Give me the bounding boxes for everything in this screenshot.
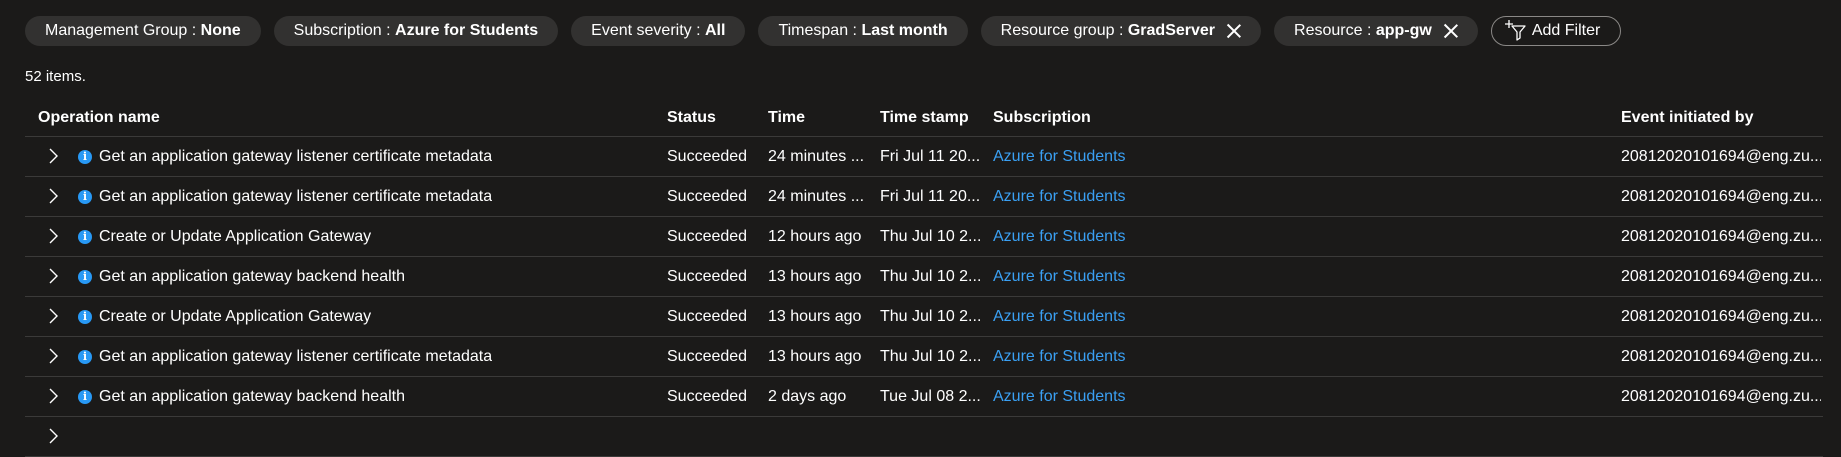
filter-value: None [200, 22, 241, 39]
item-count: 52 items. [25, 68, 86, 85]
chevron-right-icon[interactable] [45, 148, 61, 164]
filter-pill[interactable]: Timespan : Last month [758, 16, 968, 46]
timestamp-cell: Thu Jul 10 2... [880, 227, 980, 245]
grid-body: i Get an application gateway listener cer… [25, 137, 1823, 457]
chevron-right-icon[interactable] [45, 348, 61, 364]
info-icon: i [78, 390, 92, 404]
column-header-timestamp[interactable]: Time stamp [880, 109, 980, 127]
table-row[interactable]: i Get an application gateway listener cer… [25, 137, 1823, 177]
operation-name: Get an application gateway listener cert… [99, 187, 493, 205]
table-row[interactable]: i Get an application gateway listener cer… [25, 337, 1823, 377]
filter-label: Resource group : [1000, 22, 1128, 39]
operation-name: Get an application gateway backend healt… [99, 387, 405, 405]
subscription-link[interactable]: Azure for Students [993, 348, 1126, 366]
time-cell: 24 minutes ... [768, 187, 864, 205]
time-cell: 24 minutes ... [768, 147, 864, 165]
status-cell: Succeeded [667, 147, 748, 165]
operation-name: Get an application gateway listener cert… [99, 147, 493, 165]
status-cell: Succeeded [667, 187, 748, 205]
table-row[interactable]: i Create or Update Application Gateway Suc… [25, 297, 1823, 337]
table-row-partial[interactable] [25, 417, 1823, 457]
chevron-right-icon[interactable] [45, 188, 61, 204]
filter-value: app-gw [1375, 22, 1432, 39]
subscription-link[interactable]: Azure for Students [993, 308, 1126, 326]
filter-pill[interactable]: Event severity : All [571, 16, 746, 46]
close-icon[interactable] [1227, 24, 1241, 38]
subscription-link[interactable]: Azure for Students [993, 188, 1126, 206]
filter-value: All [704, 22, 726, 39]
info-icon: i [78, 190, 92, 204]
column-header-time[interactable]: Time [768, 109, 864, 127]
activity-log-grid: Operation name Status Time Time stamp Su… [25, 100, 1823, 457]
column-header-status[interactable]: Status [667, 109, 716, 127]
subscription-link[interactable]: Azure for Students [993, 388, 1126, 406]
status-cell: Succeeded [667, 347, 748, 365]
initiated-by-cell: 20812020101694@eng.zu... [1621, 387, 1821, 405]
subscription-link[interactable]: Azure for Students [993, 228, 1126, 246]
filter-label: Event severity : [591, 22, 705, 39]
info-icon: i [78, 230, 92, 244]
chevron-right-icon[interactable] [45, 228, 61, 244]
operation-name: Create or Update Application Gateway [99, 227, 372, 245]
chevron-right-icon[interactable] [45, 308, 61, 324]
operation-name: Get an application gateway listener cert… [99, 347, 493, 365]
timestamp-cell: Thu Jul 10 2... [880, 307, 980, 325]
timestamp-cell: Thu Jul 10 2... [880, 267, 980, 285]
initiated-by-cell: 20812020101694@eng.zu... [1621, 147, 1821, 165]
filter-label: Management Group : [45, 22, 201, 39]
filter-label: Timespan : [778, 22, 862, 39]
column-header-initiated-by[interactable]: Event initiated by [1621, 109, 1821, 127]
time-cell: 13 hours ago [768, 267, 862, 285]
operation-name: Create or Update Application Gateway [99, 307, 372, 325]
chevron-right-icon[interactable] [45, 388, 61, 404]
status-cell: Succeeded [667, 227, 748, 245]
time-cell: 2 days ago [768, 387, 847, 405]
filter-bar: Management Group : None Subscription : Az… [25, 16, 1634, 46]
column-header-subscription[interactable]: Subscription [993, 109, 1091, 127]
status-cell: Succeeded [667, 267, 748, 285]
close-icon[interactable] [1444, 24, 1458, 38]
filter-label: Subscription : [293, 22, 396, 39]
operation-name: Get an application gateway backend healt… [99, 267, 405, 285]
subscription-link[interactable]: Azure for Students [993, 148, 1126, 166]
filter-pill[interactable]: Resource : app-gw [1274, 16, 1478, 46]
table-row[interactable]: i Get an application gateway backend heal… [25, 377, 1823, 417]
initiated-by-cell: 20812020101694@eng.zu... [1621, 227, 1821, 245]
table-row[interactable]: i Get an application gateway listener cer… [25, 177, 1823, 217]
initiated-by-cell: 20812020101694@eng.zu... [1621, 267, 1821, 285]
filter-value: Last month [861, 22, 948, 39]
time-cell: 12 hours ago [768, 227, 862, 245]
status-cell: Succeeded [667, 307, 748, 325]
timestamp-cell: Tue Jul 08 2... [880, 387, 980, 405]
filter-pill[interactable]: Subscription : Azure for Students [273, 16, 559, 46]
info-icon: i [78, 270, 92, 284]
initiated-by-cell: 20812020101694@eng.zu... [1621, 347, 1821, 365]
grid-header: Operation name Status Time Time stamp Su… [25, 100, 1823, 137]
filter-pill[interactable]: Resource group : GradServer [980, 16, 1262, 46]
chevron-right-icon[interactable] [45, 268, 61, 284]
table-row[interactable]: i Get an application gateway backend heal… [25, 257, 1823, 297]
column-header-operation[interactable]: Operation name [38, 109, 160, 127]
chevron-right-icon[interactable] [45, 428, 61, 444]
add-filter-label: Add Filter [1531, 22, 1601, 39]
add-filter-icon [1504, 20, 1526, 41]
filter-value: GradServer [1127, 22, 1216, 39]
filter-value: Azure for Students [395, 22, 539, 39]
time-cell: 13 hours ago [768, 347, 862, 365]
subscription-link[interactable]: Azure for Students [993, 268, 1126, 286]
info-icon: i [78, 350, 92, 364]
filter-pill[interactable]: Management Group : None [25, 16, 261, 46]
timestamp-cell: Fri Jul 11 20... [880, 187, 980, 205]
initiated-by-cell: 20812020101694@eng.zu... [1621, 187, 1821, 205]
info-icon: i [78, 150, 92, 164]
time-cell: 13 hours ago [768, 307, 862, 325]
filter-label: Resource : [1294, 22, 1376, 39]
initiated-by-cell: 20812020101694@eng.zu... [1621, 307, 1821, 325]
add-filter-button[interactable]: Add Filter [1490, 16, 1622, 46]
timestamp-cell: Fri Jul 11 20... [880, 147, 980, 165]
status-cell: Succeeded [667, 387, 748, 405]
table-row[interactable]: i Create or Update Application Gateway Suc… [25, 217, 1823, 257]
timestamp-cell: Thu Jul 10 2... [880, 347, 980, 365]
info-icon: i [78, 310, 92, 324]
